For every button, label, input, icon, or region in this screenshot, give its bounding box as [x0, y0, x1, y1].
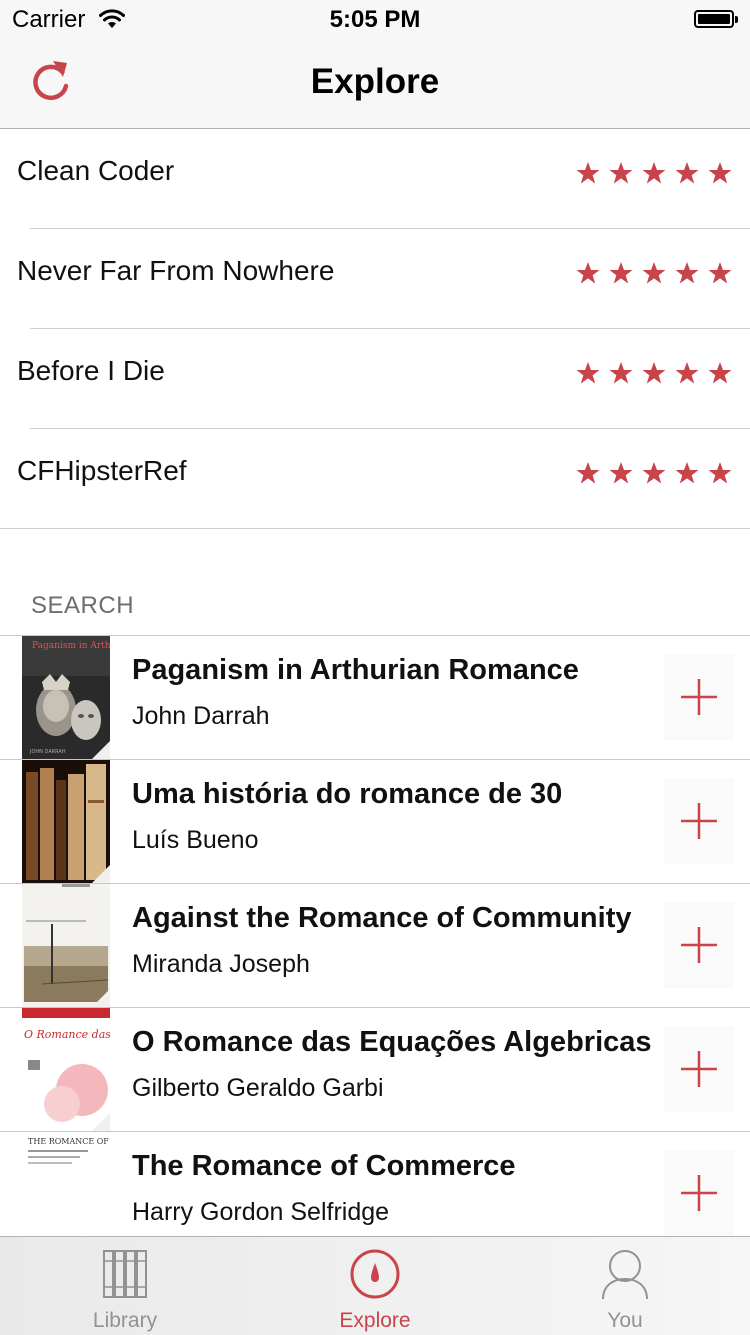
- tab-you[interactable]: You: [500, 1237, 750, 1335]
- tab-library[interactable]: Library: [0, 1237, 250, 1335]
- book-title: Against the Romance of Community: [132, 902, 632, 934]
- person-icon: [602, 1250, 648, 1300]
- top-books-list: Clean Coder Never Far From Nowhere Befor…: [0, 129, 750, 529]
- star-icon: [708, 162, 732, 184]
- book-author: Luís Bueno: [132, 826, 259, 854]
- library-icon: [103, 1250, 147, 1298]
- tab-label: You: [607, 1309, 643, 1332]
- book-title: O Romance das Equações Algebricas: [132, 1026, 652, 1058]
- tab-label: Library: [92, 1309, 158, 1332]
- book-author: Gilberto Geraldo Garbi: [132, 1074, 384, 1102]
- star-icon: [576, 262, 600, 284]
- star-icon: [609, 162, 633, 184]
- add-book-button[interactable]: [664, 1150, 734, 1236]
- star-icon: [708, 262, 732, 284]
- add-book-button[interactable]: [664, 654, 734, 740]
- book-cover: [22, 760, 110, 883]
- top-book-row[interactable]: Clean Coder: [0, 129, 750, 229]
- add-book-button[interactable]: [664, 778, 734, 864]
- tab-bar: Library Explore You: [0, 1236, 750, 1335]
- star-icon: [708, 462, 732, 484]
- star-icon: [609, 462, 633, 484]
- star-rating: [576, 461, 732, 485]
- search-result-row[interactable]: Against the Romance of Community Miranda…: [0, 884, 750, 1008]
- star-icon: [675, 162, 699, 184]
- cover-title: THE ROMANCE OF COMMERCE: [28, 1137, 110, 1146]
- cover-title: Paganism in Arthurian Romance: [32, 641, 110, 651]
- book-title: Never Far From Nowhere: [17, 255, 335, 286]
- star-rating: [576, 261, 732, 285]
- star-rating: [576, 161, 732, 185]
- book-cover: Paganism in Arthurian Romance JOHN DARRA…: [22, 636, 110, 759]
- star-icon: [675, 262, 699, 284]
- plus-icon: [681, 1175, 717, 1211]
- plus-icon: [681, 803, 717, 839]
- plus-icon: [681, 1051, 717, 1087]
- star-icon: [642, 262, 666, 284]
- add-book-button[interactable]: [664, 902, 734, 988]
- star-icon: [642, 462, 666, 484]
- row-separator: [0, 528, 750, 529]
- star-icon: [609, 362, 633, 384]
- top-book-row[interactable]: Before I Die: [0, 329, 750, 429]
- search-result-row[interactable]: Paganism in Arthurian Romance JOHN DARRA…: [0, 636, 750, 760]
- compass-icon: [350, 1249, 400, 1299]
- book-title: Paganism in Arthurian Romance: [132, 654, 579, 686]
- search-section-header: SEARCH: [31, 592, 135, 619]
- book-title: Uma história do romance de 30: [132, 778, 563, 810]
- book-cover: [22, 884, 110, 1007]
- tab-label: Explore: [339, 1309, 411, 1332]
- star-icon: [642, 162, 666, 184]
- navigation-bar: Explore: [0, 40, 750, 129]
- search-result-row[interactable]: O Romance das Equações Algébricas O Roma…: [0, 1008, 750, 1132]
- book-author: Harry Gordon Selfridge: [132, 1198, 390, 1226]
- star-icon: [609, 262, 633, 284]
- add-book-button[interactable]: [664, 1026, 734, 1112]
- book-cover: O Romance das Equações Algébricas: [22, 1008, 110, 1131]
- tab-explore[interactable]: Explore: [250, 1237, 500, 1335]
- star-icon: [708, 362, 732, 384]
- top-book-row[interactable]: CFHipsterRef: [0, 429, 750, 529]
- status-bar: Carrier 5:05 PM: [0, 0, 750, 40]
- star-icon: [675, 462, 699, 484]
- star-icon: [576, 162, 600, 184]
- cover-title: O Romance das Equações Algébricas: [24, 1028, 110, 1041]
- cover-author: JOHN DARRAH: [29, 749, 66, 755]
- book-author: Miranda Joseph: [132, 950, 310, 978]
- search-results-list: Paganism in Arthurian Romance JOHN DARRA…: [0, 635, 750, 1256]
- plus-icon: [681, 927, 717, 963]
- star-icon: [576, 362, 600, 384]
- book-author: John Darrah: [132, 702, 270, 730]
- top-book-row[interactable]: Never Far From Nowhere: [0, 229, 750, 329]
- star-rating: [576, 361, 732, 385]
- star-icon: [576, 462, 600, 484]
- status-time: 5:05 PM: [329, 6, 421, 33]
- search-result-row[interactable]: Uma história do romance de 30 Luís Bueno: [0, 760, 750, 884]
- star-icon: [675, 362, 699, 384]
- plus-icon: [681, 679, 717, 715]
- page-title: Explore: [310, 62, 440, 101]
- battery-icon: [694, 10, 738, 30]
- star-icon: [642, 362, 666, 384]
- book-title: Before I Die: [17, 355, 165, 386]
- book-title: The Romance of Commerce: [132, 1150, 516, 1182]
- book-title: CFHipsterRef: [17, 455, 187, 486]
- book-title: Clean Coder: [17, 155, 175, 186]
